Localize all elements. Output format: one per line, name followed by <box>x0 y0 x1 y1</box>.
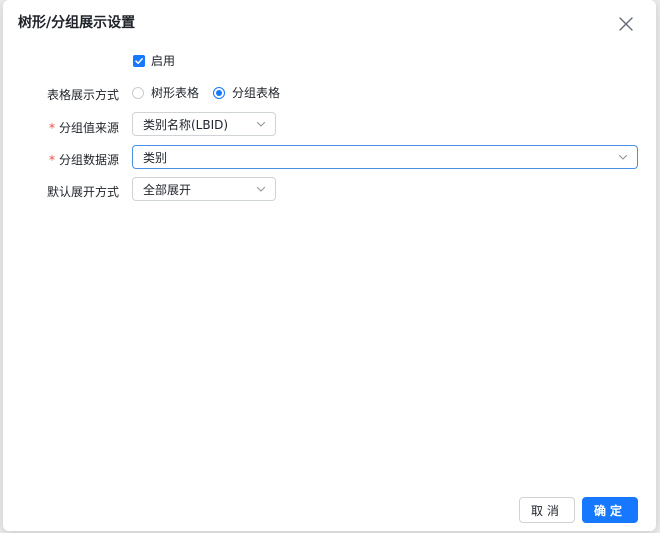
group-value-source-label-text: 分组值来源 <box>58 121 119 135</box>
group-data-source-select[interactable]: 类别 <box>132 145 638 169</box>
group-value-source-value: 类别名称(LBID) <box>143 117 229 132</box>
default-expand-value: 全部展开 <box>143 182 192 197</box>
default-expand-select[interactable]: 全部展开 <box>132 177 276 201</box>
radio-group-table[interactable]: 分组表格 <box>213 84 280 101</box>
enable-checkbox[interactable]: 启用 <box>133 52 175 69</box>
chevron-down-icon <box>256 186 266 192</box>
radio-tree-table-label: 树形表格 <box>151 86 200 100</box>
tree-group-settings-dialog: 树形/分组展示设置 启用 表格展示方式 树形表格 分组表格 * 分组值来源 类别名… <box>3 0 656 531</box>
dialog-title: 树形/分组展示设置 <box>18 15 136 31</box>
radio-group-table-label: 分组表格 <box>232 86 281 100</box>
display-mode-label: 表格展示方式 <box>46 88 119 102</box>
group-value-source-select[interactable]: 类别名称(LBID) <box>132 112 276 136</box>
close-icon[interactable] <box>616 14 636 34</box>
checkbox-checked-icon[interactable] <box>133 54 145 67</box>
enable-label: 启用 <box>151 54 176 68</box>
chevron-down-icon <box>256 121 266 127</box>
required-star: * <box>48 121 55 135</box>
radio-checked-icon[interactable] <box>213 86 226 99</box>
display-mode-radio-group: 树形表格 分组表格 <box>132 84 294 101</box>
default-expand-label: 默认展开方式 <box>46 185 119 199</box>
group-data-source-value: 类别 <box>143 150 168 165</box>
radio-tree-table[interactable]: 树形表格 <box>132 84 199 101</box>
chevron-down-icon <box>618 154 628 160</box>
group-data-source-label: * 分组数据源 <box>49 151 119 168</box>
required-star: * <box>48 153 55 167</box>
ok-button[interactable]: 确定 <box>582 497 638 523</box>
group-data-source-label-text: 分组数据源 <box>58 153 119 167</box>
group-value-source-label: * 分组值来源 <box>49 119 119 136</box>
radio-unchecked-icon[interactable] <box>132 86 144 99</box>
cancel-button[interactable]: 取消 <box>519 497 575 523</box>
